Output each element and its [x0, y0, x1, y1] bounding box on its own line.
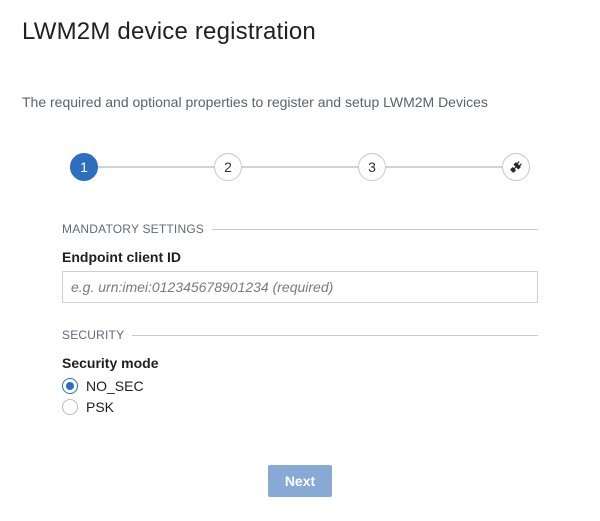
page-subtitle: The required and optional properties to … [22, 94, 488, 110]
security-header: SECURITY [62, 328, 538, 342]
step-3[interactable]: 3 [358, 153, 386, 181]
section-divider [132, 334, 538, 336]
wizard-stepper: 1 2 3 [70, 153, 530, 181]
step-2[interactable]: 2 [214, 153, 242, 181]
mandatory-settings-title: MANDATORY SETTINGS [62, 222, 205, 236]
page-title: LWM2M device registration [22, 18, 316, 45]
next-button[interactable]: Next [268, 465, 332, 497]
endpoint-client-id-input[interactable] [62, 271, 538, 303]
step-4[interactable] [502, 153, 530, 181]
mandatory-settings-header: MANDATORY SETTINGS [62, 222, 538, 236]
stepper-connector [242, 166, 358, 168]
endpoint-client-id-label: Endpoint client ID [62, 249, 181, 265]
plug-icon [510, 161, 522, 173]
radio-button-psk[interactable] [62, 399, 78, 415]
radio-label-psk: PSK [86, 399, 115, 415]
security-mode-label: Security mode [62, 355, 159, 371]
stepper-connector [386, 166, 502, 168]
stepper-connector [98, 166, 214, 168]
section-divider [212, 228, 538, 230]
radio-option-psk[interactable]: PSK [62, 399, 114, 415]
step-1[interactable]: 1 [70, 153, 98, 181]
radio-option-no-sec[interactable]: NO_SEC [62, 378, 144, 394]
security-title: SECURITY [62, 328, 125, 342]
radio-label-no-sec: NO_SEC [86, 378, 144, 394]
radio-button-no-sec[interactable] [62, 378, 78, 394]
